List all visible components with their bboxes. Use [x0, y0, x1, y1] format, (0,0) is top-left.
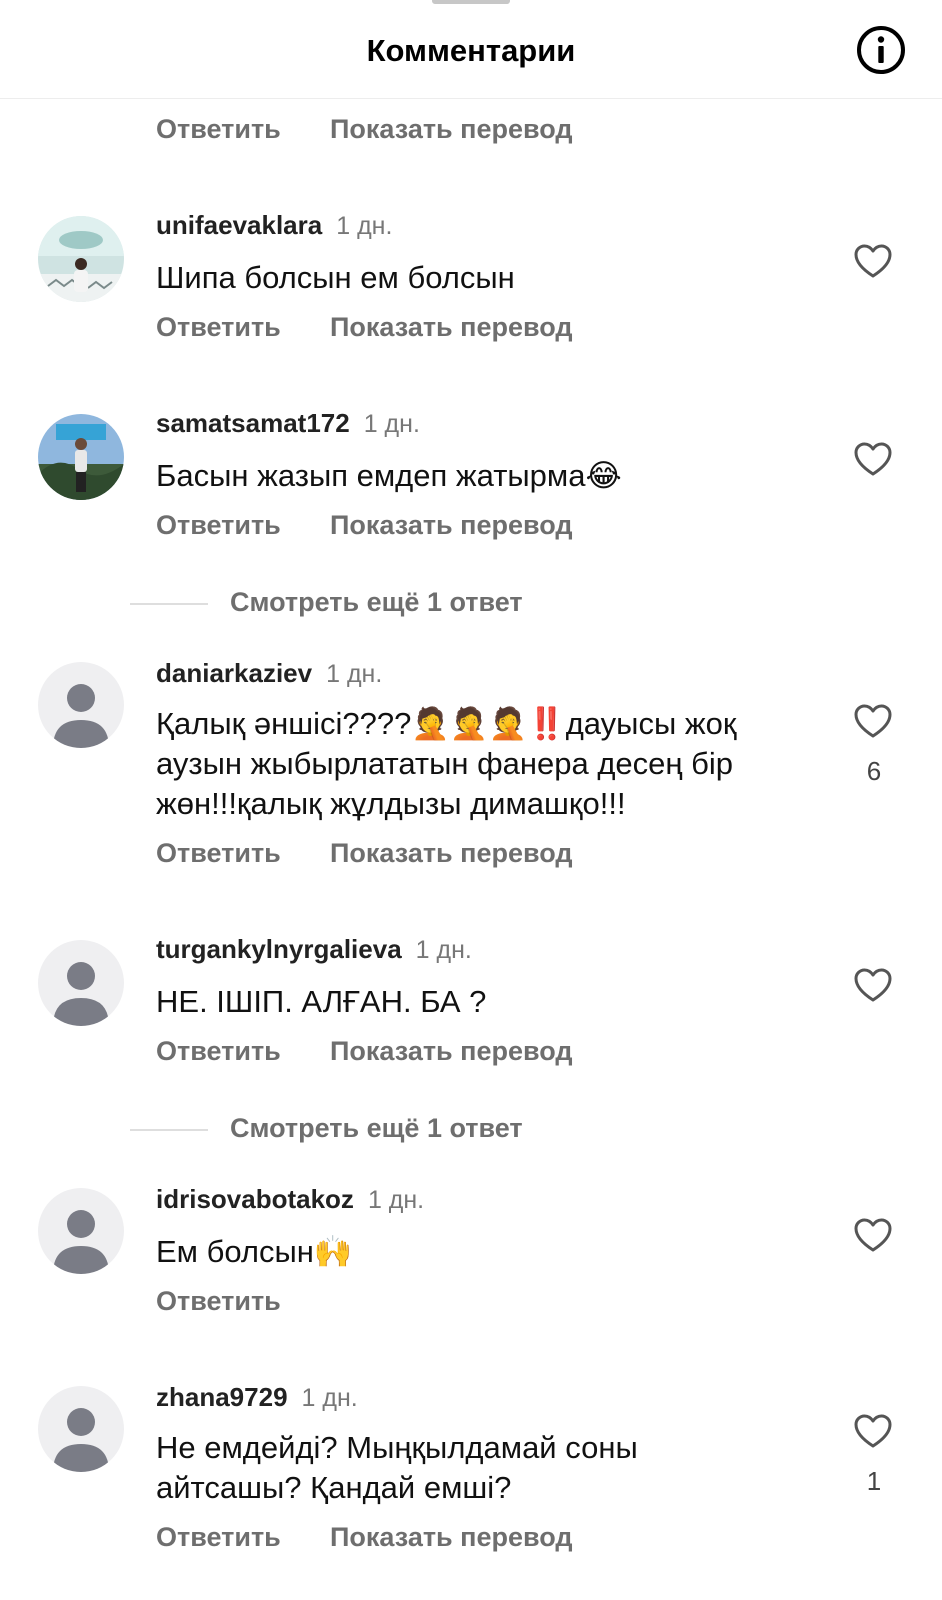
reply-button[interactable]: Ответить: [156, 510, 281, 541]
translate-button[interactable]: Показать перевод: [330, 114, 573, 145]
timestamp: 1 дн.: [415, 936, 472, 964]
default-avatar-icon: [53, 962, 109, 1026]
sheet-header: Комментарии: [0, 0, 942, 99]
comment-text: Ем болсын🙌: [156, 1234, 353, 1269]
page-title: Комментарии: [366, 33, 576, 68]
username[interactable]: unifaevaklara: [156, 210, 322, 240]
reply-button[interactable]: Ответить: [156, 1036, 281, 1067]
heart-icon[interactable]: [853, 966, 893, 1006]
timestamp: 1 дн.: [363, 410, 420, 438]
comment-text: Басын жазып емдеп жатырма😂: [156, 458, 622, 493]
divider: [130, 603, 208, 605]
username[interactable]: idrisovabotakoz: [156, 1184, 354, 1214]
comment-text: Не емдейді? Мыңқылдамай соны айтсашы? Қа…: [156, 1430, 638, 1505]
translate-button[interactable]: Показать перевод: [330, 510, 573, 541]
view-more-label[interactable]: Смотреть ещё 1 ответ: [230, 1113, 523, 1144]
view-more-label[interactable]: Смотреть ещё 1 ответ: [230, 587, 523, 618]
username[interactable]: daniarkaziev: [156, 658, 312, 688]
heart-icon[interactable]: [853, 702, 893, 742]
reply-button[interactable]: Ответить: [156, 1522, 281, 1553]
like-count: 6: [866, 756, 882, 786]
timestamp: 1 дн.: [301, 1384, 358, 1412]
translate-button[interactable]: Показать перевод: [330, 312, 573, 343]
username[interactable]: samatsamat172: [156, 408, 350, 438]
default-avatar-icon: [53, 684, 109, 748]
comment-text: Шипа болсын ем болсын: [156, 260, 515, 295]
translate-button[interactable]: Показать перевод: [330, 1522, 573, 1553]
comment-text: НЕ. ІШІП. АЛҒАН. БА ?: [156, 984, 487, 1019]
divider: [130, 1129, 208, 1131]
heart-icon[interactable]: [853, 440, 893, 480]
translate-button[interactable]: Показать перевод: [330, 838, 573, 869]
avatar[interactable]: [38, 1386, 124, 1472]
heart-icon[interactable]: [853, 1216, 893, 1256]
user-photo-icon: [38, 216, 124, 302]
avatar[interactable]: [38, 1188, 124, 1274]
avatar[interactable]: [38, 414, 124, 500]
default-avatar-icon: [53, 1408, 109, 1472]
heart-icon[interactable]: [853, 1412, 893, 1452]
like-count: 1: [866, 1466, 882, 1496]
comment-text: Қалық әншісі????🤦🤦🤦‼️дауысы жоқ аузын жы…: [156, 706, 737, 821]
comments-sheet: Комментарии Ответить Показать перевод un…: [0, 0, 942, 1600]
timestamp: 1 дн.: [326, 660, 383, 688]
translate-button[interactable]: Показать перевод: [330, 1036, 573, 1067]
avatar[interactable]: [38, 940, 124, 1026]
avatar[interactable]: [38, 216, 124, 302]
username[interactable]: zhana9729: [156, 1382, 288, 1412]
default-avatar-icon: [53, 1210, 109, 1274]
reply-button[interactable]: Ответить: [156, 838, 281, 869]
heart-icon[interactable]: [853, 242, 893, 282]
timestamp: 1 дн.: [367, 1186, 425, 1214]
reply-button[interactable]: Ответить: [156, 312, 281, 343]
reply-button[interactable]: Ответить: [156, 1286, 281, 1317]
drag-handle[interactable]: [432, 0, 510, 4]
timestamp: 1 дн.: [336, 212, 393, 240]
user-photo-icon: [38, 414, 124, 500]
avatar[interactable]: [38, 662, 124, 748]
reply-button[interactable]: Ответить: [156, 114, 281, 145]
username[interactable]: turgankylnyrgalieva: [156, 934, 402, 964]
info-icon[interactable]: [856, 25, 906, 75]
